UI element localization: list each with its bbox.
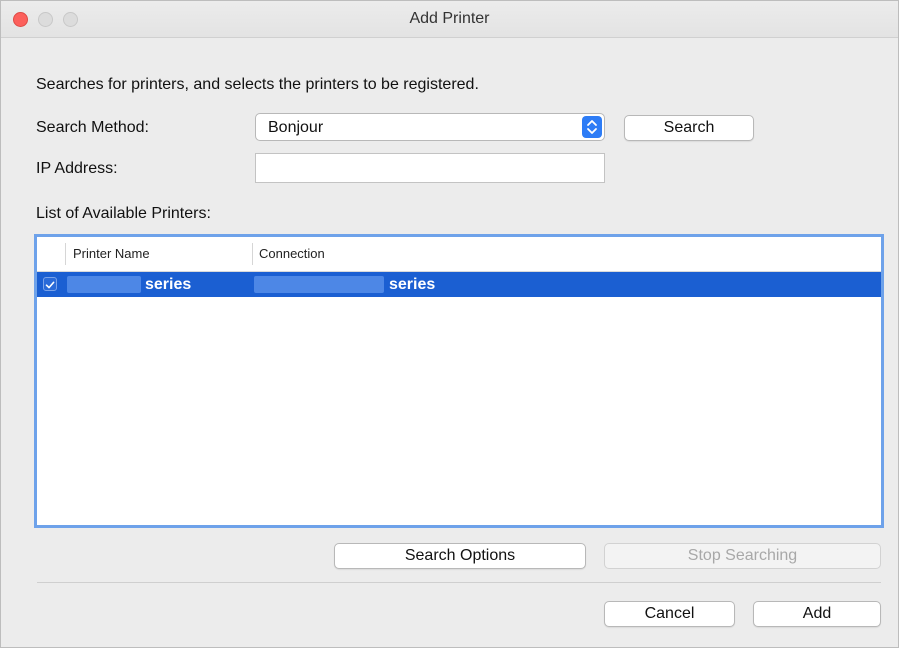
connection-cell: series <box>389 276 436 293</box>
add-button[interactable]: Add <box>753 601 881 627</box>
window-title: Add Printer <box>409 10 490 27</box>
search-method-value: Bonjour <box>268 119 324 136</box>
title-bar: Add Printer <box>1 1 898 38</box>
cancel-button[interactable]: Cancel <box>604 601 735 627</box>
search-method-select[interactable]: Bonjour <box>255 113 605 141</box>
available-printers-table[interactable]: Printer Name Connection series series <box>34 234 884 528</box>
updown-chevron-icon <box>582 116 602 138</box>
printer-name-cell: series <box>145 276 192 293</box>
available-printers-label: List of Available Printers: <box>36 205 211 222</box>
column-header-connection[interactable]: Connection <box>259 246 325 261</box>
table-header: Printer Name Connection <box>37 237 881 272</box>
row-checkbox[interactable] <box>43 277 57 291</box>
table-row[interactable]: series series <box>37 272 881 297</box>
search-button[interactable]: Search <box>624 115 754 141</box>
search-options-button[interactable]: Search Options <box>334 543 586 569</box>
column-header-printer-name[interactable]: Printer Name <box>73 246 150 261</box>
ip-address-label: IP Address: <box>36 160 118 177</box>
redacted-connection <box>254 276 384 293</box>
add-printer-dialog: Add Printer Searches for printers, and s… <box>0 0 899 648</box>
checkmark-icon <box>45 281 55 289</box>
dialog-description: Searches for printers, and selects the p… <box>36 76 479 93</box>
separator <box>37 582 881 583</box>
column-separator <box>252 243 253 265</box>
search-method-label: Search Method: <box>36 119 149 136</box>
stop-searching-button[interactable]: Stop Searching <box>604 543 881 569</box>
column-separator <box>65 243 66 265</box>
redacted-printer-name <box>67 276 141 293</box>
ip-address-input[interactable] <box>255 153 605 183</box>
